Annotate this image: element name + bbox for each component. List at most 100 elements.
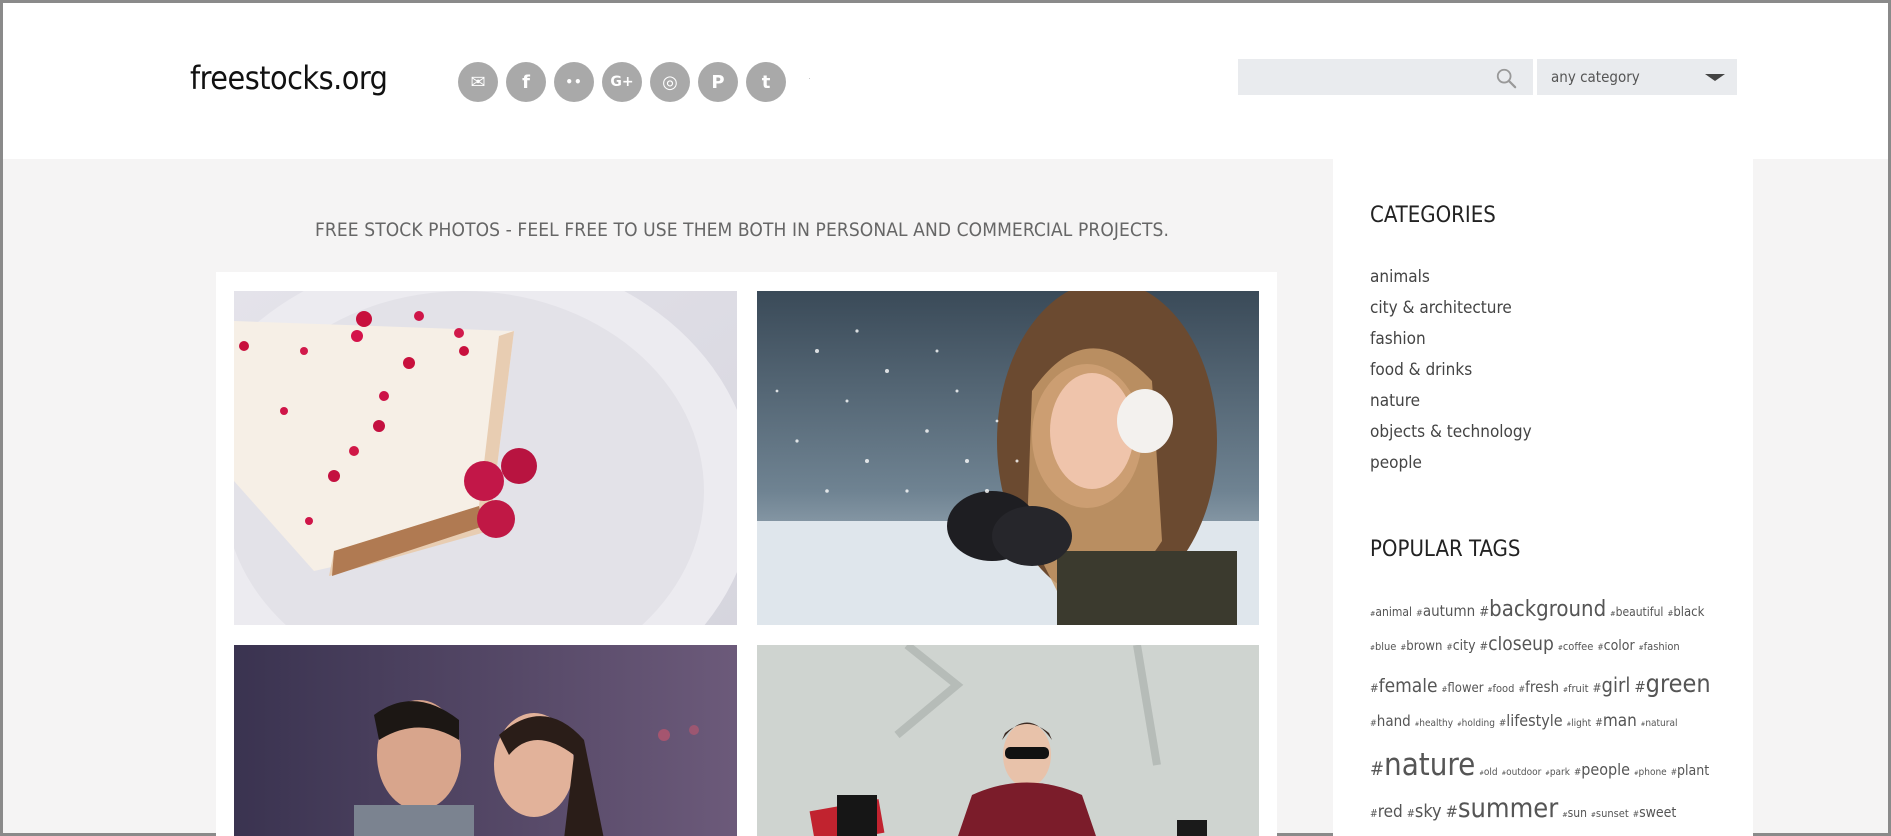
- tag-label: natural: [1645, 718, 1678, 729]
- tag-link[interactable]: #people: [1574, 760, 1630, 779]
- tag-link[interactable]: #sunset: [1591, 807, 1629, 820]
- photo-woman-snow[interactable]: [757, 291, 1259, 625]
- tag-link[interactable]: #nature: [1370, 747, 1475, 783]
- category-link[interactable]: nature: [1370, 386, 1532, 417]
- social-links: ✉ f •• G+ ◎ Pt 🐦: [458, 62, 834, 102]
- tumblr-icon[interactable]: t: [746, 62, 786, 102]
- tag-label: outdoor: [1506, 767, 1542, 778]
- tag-link[interactable]: #fruit: [1563, 682, 1588, 695]
- tag-link[interactable]: #outdoor: [1502, 767, 1542, 778]
- twitter-icon[interactable]: 🐦: [794, 62, 834, 102]
- tag-label: coffee: [1562, 640, 1594, 653]
- category-link[interactable]: people: [1370, 448, 1532, 479]
- tag-row: #red #sky #summer #sun #sunset #sweet: [1370, 793, 1730, 833]
- hash-icon: #: [1595, 718, 1603, 729]
- tag-link[interactable]: #food: [1488, 682, 1515, 695]
- search-icon[interactable]: [1495, 67, 1517, 89]
- tag-link[interactable]: #fashion: [1639, 640, 1680, 653]
- category-list: animals city & architecture fashion food & …: [1370, 262, 1532, 479]
- tag-link[interactable]: #plant: [1671, 763, 1709, 779]
- tag-label: red: [1377, 802, 1403, 822]
- tag-label: people: [1581, 760, 1631, 779]
- tag-link[interactable]: #old: [1479, 767, 1497, 778]
- tag-label: blue: [1374, 640, 1397, 653]
- tag-link[interactable]: #man: [1595, 711, 1637, 731]
- tag-link[interactable]: #summer: [1446, 793, 1559, 824]
- photo-woman-sunglasses[interactable]: [757, 645, 1259, 836]
- tag-link[interactable]: #sky: [1407, 801, 1442, 822]
- tag-link[interactable]: #beautiful: [1610, 605, 1663, 619]
- tag-label: autumn: [1422, 602, 1476, 620]
- hash-icon: #: [1479, 605, 1490, 620]
- pinterest-icon[interactable]: P: [698, 62, 738, 102]
- categories-heading: CATEGORIES: [1370, 203, 1496, 228]
- tag-label: flower: [1447, 681, 1484, 696]
- tag-label: park: [1549, 767, 1570, 778]
- category-link[interactable]: food & drinks: [1370, 355, 1532, 386]
- site-logo[interactable]: freestocks.org: [190, 59, 388, 97]
- tag-row: #blue #brown #city #closeup #coffee #color #fa…: [1370, 633, 1730, 669]
- tag-label: green: [1645, 669, 1711, 698]
- tag-label: healthy: [1419, 718, 1454, 729]
- category-link[interactable]: animals: [1370, 262, 1532, 293]
- tag-link[interactable]: #green: [1634, 669, 1710, 698]
- tag-label: sweet: [1639, 805, 1677, 821]
- tag-link[interactable]: #healthy: [1415, 718, 1453, 729]
- hash-icon: #: [1479, 639, 1489, 653]
- mail-icon[interactable]: ✉: [458, 62, 498, 102]
- tag-link[interactable]: #girl: [1592, 673, 1630, 697]
- tag-link[interactable]: #flower: [1442, 681, 1484, 696]
- tag-link[interactable]: #color: [1597, 638, 1634, 654]
- tag-label: city: [1452, 638, 1476, 654]
- tag-row: #hand #healthy #holding #lifestyle #light #ma…: [1370, 711, 1730, 747]
- category-link[interactable]: city & architecture: [1370, 293, 1532, 324]
- tag-link[interactable]: #coffee: [1558, 640, 1593, 653]
- photo-cake-slice[interactable]: [234, 291, 737, 625]
- category-select[interactable]: any category: [1537, 59, 1737, 95]
- tag-link[interactable]: #blue: [1370, 640, 1396, 653]
- photo-couple[interactable]: [234, 645, 737, 836]
- tag-label: black: [1673, 605, 1705, 620]
- tag-row: #nature #old #outdoor #park #people #phone #pl…: [1370, 747, 1730, 793]
- tag-label: sunset: [1595, 807, 1629, 820]
- tag-link[interactable]: #background: [1479, 597, 1606, 622]
- flickr-icon[interactable]: ••: [554, 62, 594, 102]
- tag-link[interactable]: #red: [1370, 802, 1403, 822]
- tag-link[interactable]: #natural: [1641, 718, 1678, 729]
- tag-link[interactable]: #park: [1545, 767, 1570, 778]
- tag-label: color: [1603, 638, 1635, 654]
- tag-link[interactable]: #hand: [1370, 712, 1411, 730]
- page-tagline: FREE STOCK PHOTOS - FEEL FREE TO USE THE…: [315, 219, 1169, 241]
- site-header: freestocks.org ✉ f •• G+ ◎ Pt 🐦 any category: [3, 3, 1888, 159]
- instagram-icon[interactable]: ◎: [650, 62, 690, 102]
- google-plus-icon[interactable]: G+: [602, 62, 642, 102]
- tag-link[interactable]: #closeup: [1480, 633, 1554, 655]
- category-link[interactable]: fashion: [1370, 324, 1532, 355]
- tag-label: man: [1602, 711, 1637, 731]
- tag-link[interactable]: #black: [1667, 605, 1704, 620]
- tag-link[interactable]: #sun: [1562, 806, 1587, 820]
- photo-grid: [216, 272, 1277, 836]
- tag-label: girl: [1601, 673, 1631, 697]
- tag-label: fashion: [1643, 640, 1680, 653]
- tag-label: food: [1492, 682, 1515, 695]
- tag-link[interactable]: #autumn: [1416, 602, 1475, 620]
- tag-link[interactable]: #light: [1567, 718, 1591, 729]
- search-input[interactable]: [1238, 59, 1493, 95]
- tag-link[interactable]: #fresh: [1518, 678, 1559, 696]
- hash-icon: #: [1370, 759, 1385, 780]
- tag-link[interactable]: #phone: [1634, 767, 1667, 778]
- hash-icon: #: [1370, 719, 1377, 729]
- tag-link[interactable]: #brown: [1400, 639, 1442, 654]
- tag-link[interactable]: #female: [1370, 675, 1438, 697]
- tag-link[interactable]: #animal: [1370, 605, 1412, 619]
- facebook-icon[interactable]: f: [506, 62, 546, 102]
- tag-link[interactable]: #city: [1446, 638, 1475, 654]
- hash-icon: #: [1406, 807, 1415, 820]
- popular-tags-heading: POPULAR TAGS: [1370, 537, 1521, 562]
- tag-link[interactable]: #lifestyle: [1499, 711, 1563, 730]
- category-link[interactable]: objects & technology: [1370, 417, 1532, 448]
- tag-link[interactable]: #holding: [1457, 718, 1495, 729]
- tag-link[interactable]: #sweet: [1633, 805, 1677, 821]
- tag-label: nature: [1384, 747, 1476, 783]
